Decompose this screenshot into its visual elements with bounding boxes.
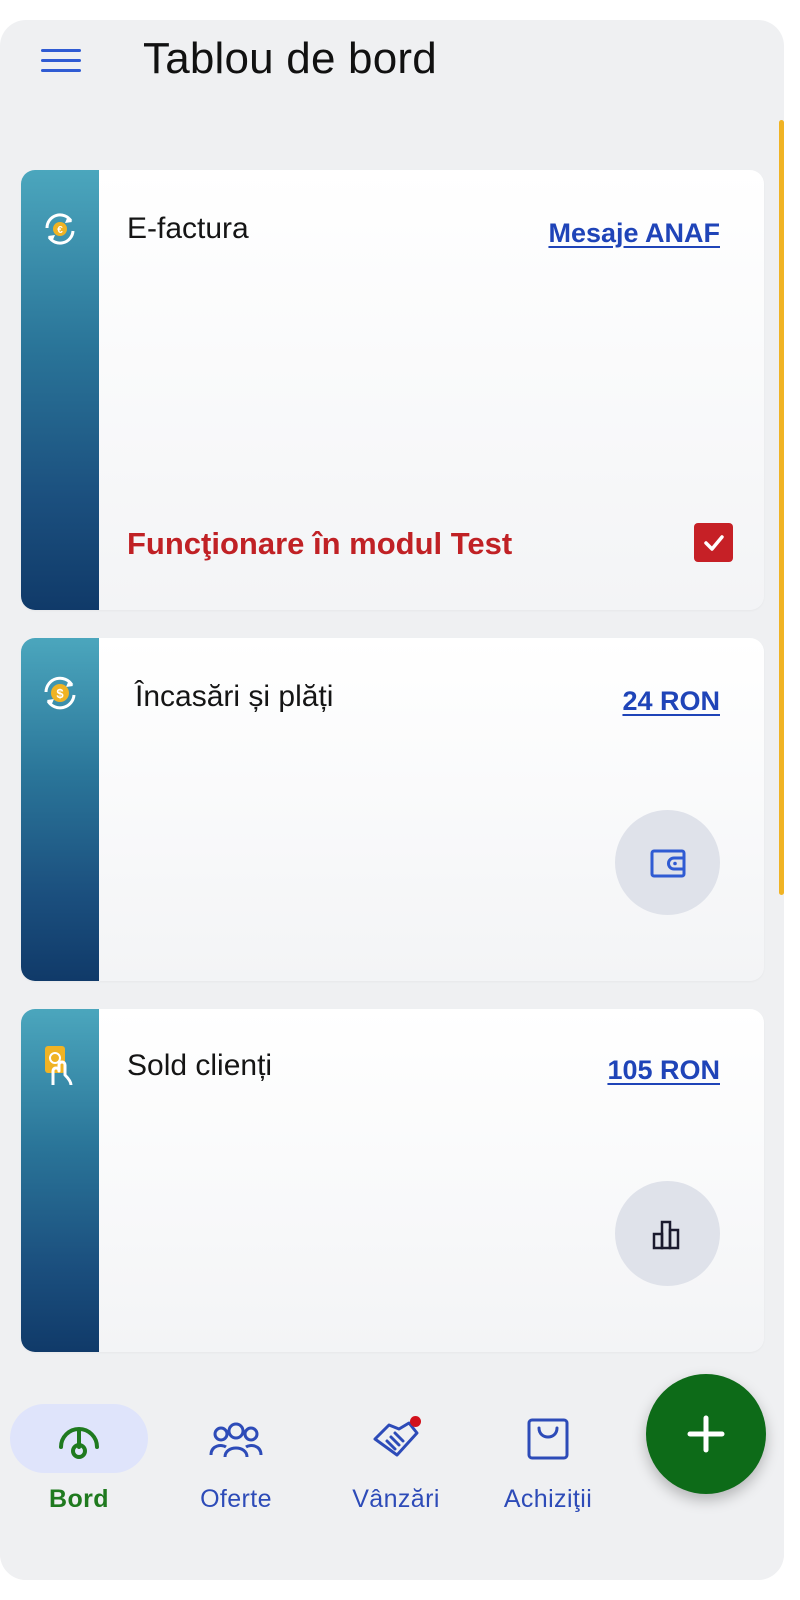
- menu-button[interactable]: [36, 40, 86, 80]
- nav-label: Bord: [49, 1485, 109, 1513]
- card-title: Încasări și plăți: [135, 680, 334, 713]
- money-sync-icon: $: [44, 676, 76, 710]
- card-e-factura[interactable]: € E-factura Mesaje ANAF Funcţionare în m…: [21, 170, 764, 610]
- add-button[interactable]: [646, 1374, 766, 1494]
- scrollbar[interactable]: [779, 120, 784, 895]
- nav-label: Oferte: [200, 1485, 272, 1513]
- anaf-messages-link[interactable]: Mesaje ANAF: [548, 218, 720, 249]
- card-payments[interactable]: $ Încasări și plăți 24 RON: [21, 638, 764, 981]
- hand-money-icon: [45, 1046, 73, 1086]
- menu-icon: [41, 48, 81, 52]
- notification-badge: [410, 1416, 421, 1427]
- client-balance-link[interactable]: 105 RON: [607, 1055, 720, 1086]
- chart-button[interactable]: [615, 1181, 720, 1286]
- people-group-icon: [209, 1422, 263, 1457]
- nav-item-oferte[interactable]: Oferte: [166, 1404, 306, 1514]
- app-bar: Tablou de bord: [0, 20, 784, 110]
- test-mode-checkbox[interactable]: [694, 523, 733, 562]
- test-mode-label: Funcţionare în modul Test: [127, 526, 513, 561]
- dashboard-gauge-icon: [59, 1426, 99, 1459]
- shopping-bag-icon: [527, 1418, 569, 1459]
- checkmark-icon: [703, 534, 724, 551]
- payments-amount-link[interactable]: 24 RON: [622, 686, 720, 717]
- wallet-icon: [650, 849, 685, 877]
- app-screen: Tablou de bord € E-factura Mesaje ANAF F…: [0, 20, 784, 1580]
- nav-label: Vânzări: [352, 1485, 440, 1513]
- plus-icon: [687, 1415, 725, 1453]
- nav-item-vanzari[interactable]: Vânzări: [326, 1404, 466, 1514]
- card-client-balance[interactable]: Sold clienți 105 RON: [21, 1009, 764, 1352]
- card-title: E-factura: [127, 212, 249, 245]
- card-title: Sold clienți: [127, 1049, 273, 1082]
- svg-text:$: $: [56, 686, 64, 701]
- bar-chart-icon: [652, 1220, 679, 1249]
- e-invoice-sync-icon: €: [45, 213, 75, 245]
- page-title: Tablou de bord: [143, 34, 437, 83]
- nav-label: Achiziţii: [503, 1485, 593, 1513]
- wallet-button[interactable]: [615, 810, 720, 915]
- svg-text:€: €: [57, 225, 63, 236]
- nav-item-achizitii[interactable]: Achiziţii: [478, 1404, 618, 1514]
- nav-item-bord[interactable]: Bord: [9, 1404, 149, 1514]
